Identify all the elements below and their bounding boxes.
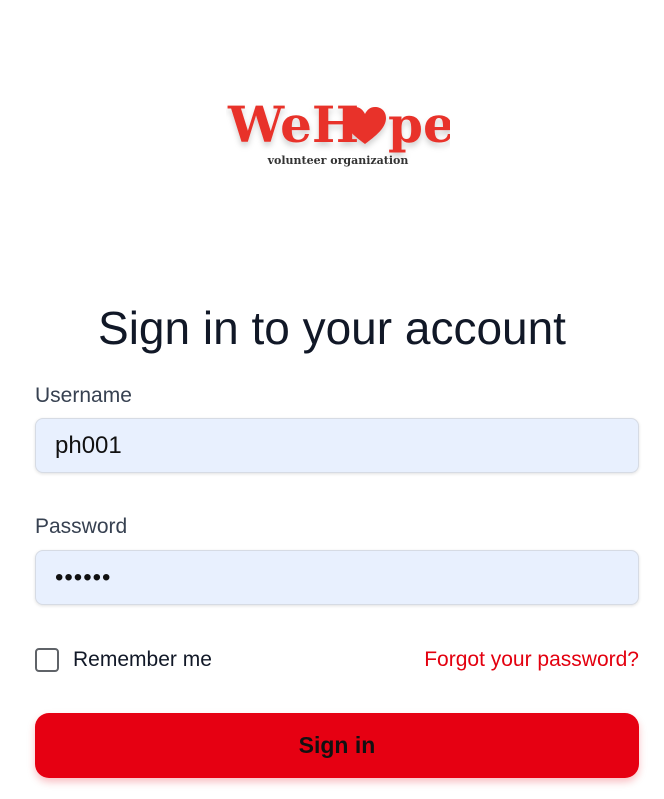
password-label: Password <box>35 515 128 538</box>
remember-me-label[interactable]: Remember me <box>73 648 212 672</box>
page-title: Sign in to your account <box>98 302 566 354</box>
password-input[interactable] <box>35 550 639 605</box>
username-label: Username <box>35 384 132 407</box>
sign-in-button[interactable]: Sign in <box>35 713 639 778</box>
remember-me-row: Remember me <box>35 646 212 674</box>
wehope-logo: WeH pe volunteer organization <box>226 92 450 172</box>
forgot-password-link[interactable]: Forgot your password? <box>424 648 639 672</box>
logo-tagline: volunteer organization <box>267 154 409 167</box>
remember-me-checkbox[interactable] <box>35 648 59 672</box>
login-page: WeH pe volunteer organization Sign in to… <box>0 0 664 799</box>
username-input[interactable] <box>35 418 639 473</box>
logo-word-right: pe <box>388 95 450 154</box>
logo-word-left: WeH <box>227 95 359 154</box>
